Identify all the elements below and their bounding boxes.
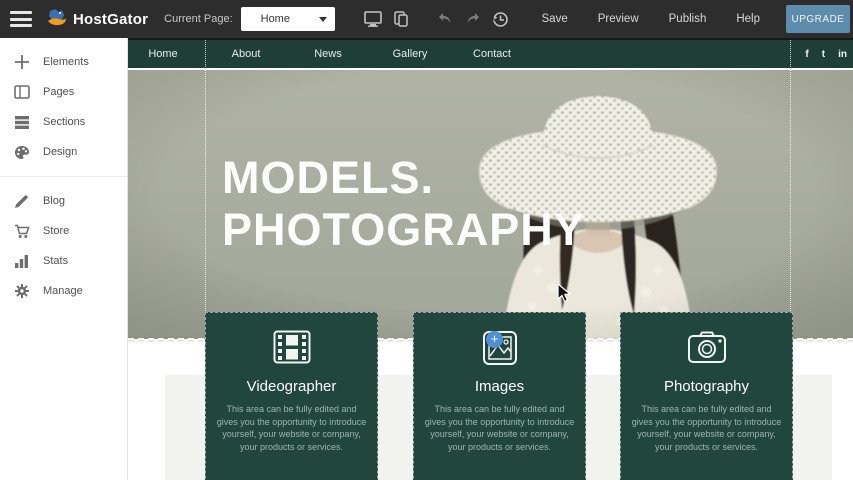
help-button[interactable]: Help: [736, 13, 760, 25]
current-page-label: Current Page:: [164, 13, 232, 25]
sidebar-item-label: Pages: [43, 86, 74, 98]
redo-icon[interactable]: [462, 8, 484, 30]
editor-guide-right: [790, 40, 791, 339]
card-title[interactable]: Videographer: [206, 378, 377, 395]
undo-icon[interactable]: [434, 8, 456, 30]
gear-icon: [13, 283, 30, 300]
sidebar-item-label: Blog: [43, 195, 65, 207]
page-icon: [13, 84, 30, 101]
app-window: HostGator Current Page: Home: [0, 0, 853, 480]
sidebar-item-label: Manage: [43, 285, 83, 297]
chevron-down-icon: [319, 17, 327, 22]
toolbar-right-group: Save Preview Publish Help UPGRADE: [362, 5, 853, 33]
site-nav-home[interactable]: Home: [148, 40, 177, 70]
sidebar-item-manage[interactable]: Manage: [0, 276, 127, 306]
card-description[interactable]: This area can be fully edited and gives …: [424, 403, 576, 453]
preview-button[interactable]: Preview: [598, 13, 639, 25]
hostgator-logo[interactable]: HostGator: [46, 8, 148, 30]
sidebar-item-sections[interactable]: Sections: [0, 107, 127, 137]
hero-title-line1: MODELS.: [222, 152, 585, 204]
menu-icon[interactable]: [10, 11, 32, 27]
desktop-preview-icon[interactable]: [362, 8, 384, 30]
card-photography[interactable]: Photography This area can be fully edite…: [620, 312, 793, 480]
plus-icon: [13, 54, 30, 71]
sidebar-item-label: Elements: [43, 56, 89, 68]
page-dropdown-value: Home: [249, 13, 319, 25]
linkedin-icon[interactable]: in: [838, 50, 847, 60]
social-links: f t in: [805, 40, 847, 70]
film-icon: [273, 330, 311, 364]
history-icon[interactable]: [490, 8, 512, 30]
card-description[interactable]: This area can be fully edited and gives …: [631, 403, 783, 453]
card-videographer[interactable]: Videographer This area can be fully edit…: [205, 312, 378, 480]
site-navbar[interactable]: Home About News Gallery Contact f t in: [128, 38, 853, 68]
card-title[interactable]: Images: [414, 378, 585, 395]
cart-icon: [13, 223, 30, 240]
pencil-icon: [13, 193, 30, 210]
facebook-icon[interactable]: f: [805, 50, 808, 60]
sidebar-item-label: Store: [43, 225, 69, 237]
save-button[interactable]: Save: [542, 13, 568, 25]
sections-icon: [13, 114, 30, 131]
sidebar-item-label: Stats: [43, 255, 68, 267]
publish-button[interactable]: Publish: [669, 13, 707, 25]
twitter-icon[interactable]: t: [822, 50, 825, 60]
stats-icon: [13, 253, 30, 270]
site-nav-about[interactable]: About: [232, 40, 261, 70]
sidebar-divider: [0, 176, 127, 177]
hero-image[interactable]: MODELS. PHOTOGRAPHY: [128, 70, 853, 339]
sidebar-item-label: Sections: [43, 116, 85, 128]
page-dropdown[interactable]: Home: [241, 7, 335, 31]
palette-icon: [13, 144, 30, 161]
sidebar-item-store[interactable]: Store: [0, 216, 127, 246]
hostgator-gator-icon: [46, 8, 68, 30]
sidebar-item-stats[interactable]: Stats: [0, 246, 127, 276]
site-nav-gallery[interactable]: Gallery: [393, 40, 428, 70]
hero-title-line2: PHOTOGRAPHY: [222, 204, 585, 256]
site-nav-contact[interactable]: Contact: [473, 40, 511, 70]
site-nav-news[interactable]: News: [314, 40, 342, 70]
sidebar-item-blog[interactable]: Blog: [0, 186, 127, 216]
sidebar-item-design[interactable]: Design: [0, 137, 127, 167]
hero-title[interactable]: MODELS. PHOTOGRAPHY: [222, 152, 585, 256]
editor-guide-left: [205, 40, 206, 339]
hostgator-logo-text: HostGator: [73, 11, 148, 28]
sidebar-item-pages[interactable]: Pages: [0, 77, 127, 107]
sidebar-item-elements[interactable]: Elements: [0, 47, 127, 77]
top-toolbar: HostGator Current Page: Home: [0, 0, 853, 38]
add-section-button[interactable]: +: [486, 331, 503, 348]
sidebar-item-label: Design: [43, 146, 77, 158]
card-description[interactable]: This area can be fully edited and gives …: [216, 403, 368, 453]
editor-sidebar: Elements Pages Sections Design Blog: [0, 38, 128, 480]
upgrade-button[interactable]: UPGRADE: [786, 5, 850, 33]
site-canvas: Home About News Gallery Contact f t in: [128, 38, 853, 480]
mobile-preview-icon[interactable]: [390, 8, 412, 30]
card-title[interactable]: Photography: [621, 378, 792, 395]
camera-icon: [687, 330, 727, 364]
